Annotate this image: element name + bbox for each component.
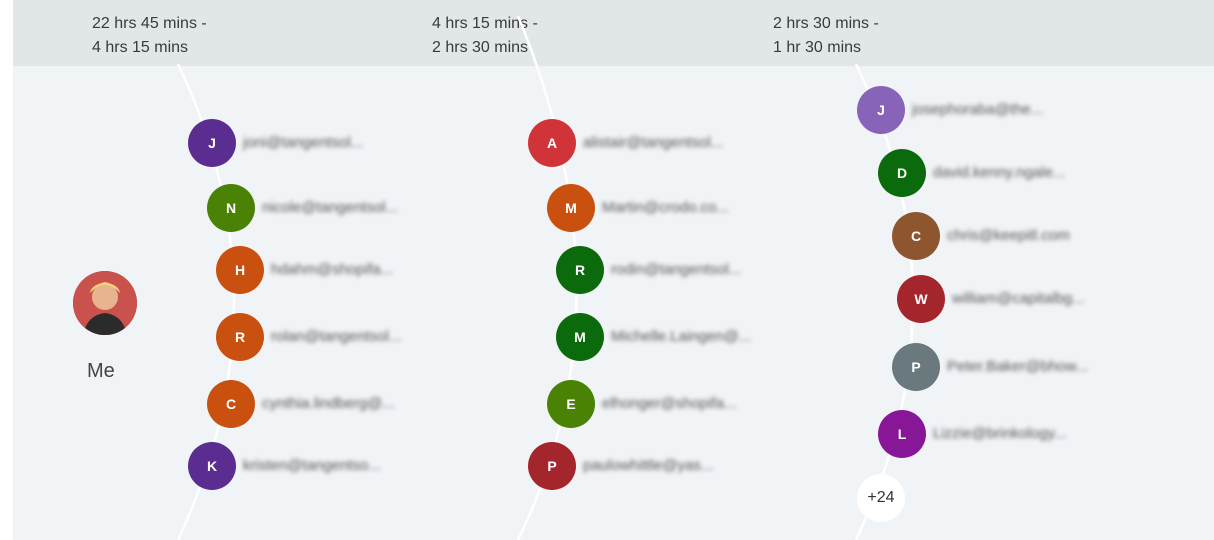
contact-avatar[interactable]: J — [857, 86, 905, 134]
contact-email[interactable]: david.kenny.ngale... — [933, 164, 1065, 181]
contact-avatar[interactable]: R — [556, 246, 604, 294]
more-contacts-button[interactable]: +24 — [857, 474, 905, 522]
contact-email[interactable]: chris@keepitl.com — [947, 227, 1070, 244]
contact-avatar[interactable]: E — [547, 380, 595, 428]
contact-email[interactable]: joni@tangentsol... — [243, 134, 363, 151]
contact-avatar[interactable]: W — [897, 275, 945, 323]
contact-avatar[interactable]: J — [188, 119, 236, 167]
contact-avatar[interactable]: L — [878, 410, 926, 458]
contact-avatar[interactable]: R — [216, 313, 264, 361]
me-avatar[interactable] — [73, 271, 137, 335]
contact-email[interactable]: hdahm@shopifa... — [271, 261, 393, 278]
contact-avatar[interactable]: K — [188, 442, 236, 490]
contact-avatar[interactable]: H — [216, 246, 264, 294]
contact-email[interactable]: william@capitalbg... — [952, 290, 1085, 307]
contact-email[interactable]: rolan@tangentsol... — [271, 328, 401, 345]
contact-avatar[interactable]: P — [892, 343, 940, 391]
profile-photo-icon — [73, 271, 137, 335]
contact-avatar[interactable]: M — [556, 313, 604, 361]
contact-email[interactable]: josephoraba@the... — [912, 101, 1043, 118]
me-label: Me — [87, 360, 115, 382]
contact-email[interactable]: Michelle.Laingen@... — [611, 328, 751, 345]
contact-email[interactable]: kristen@tangentso... — [243, 457, 381, 474]
contact-email[interactable]: alistair@tangentsol... — [583, 134, 723, 151]
contact-email[interactable]: Peter.Baker@bhow... — [947, 358, 1088, 375]
contact-avatar[interactable]: A — [528, 119, 576, 167]
contact-email[interactable]: Martin@crodo.co... — [602, 199, 729, 216]
contact-avatar[interactable]: C — [892, 212, 940, 260]
contact-avatar[interactable]: M — [547, 184, 595, 232]
contact-email[interactable]: elhonger@shopifa... — [602, 395, 736, 412]
contact-email[interactable]: cynthia.lindberg@... — [262, 395, 395, 412]
contact-avatar[interactable]: C — [207, 380, 255, 428]
contact-avatar[interactable]: D — [878, 149, 926, 197]
contact-email[interactable]: nicole@tangentsol... — [262, 199, 398, 216]
contact-avatar[interactable]: P — [528, 442, 576, 490]
contact-email[interactable]: rodin@tangentsol... — [611, 261, 741, 278]
contact-avatar[interactable]: N — [207, 184, 255, 232]
contact-email[interactable]: Lizzie@brinkology... — [933, 425, 1066, 442]
contact-email[interactable]: paulowhittle@yas... — [583, 457, 713, 474]
